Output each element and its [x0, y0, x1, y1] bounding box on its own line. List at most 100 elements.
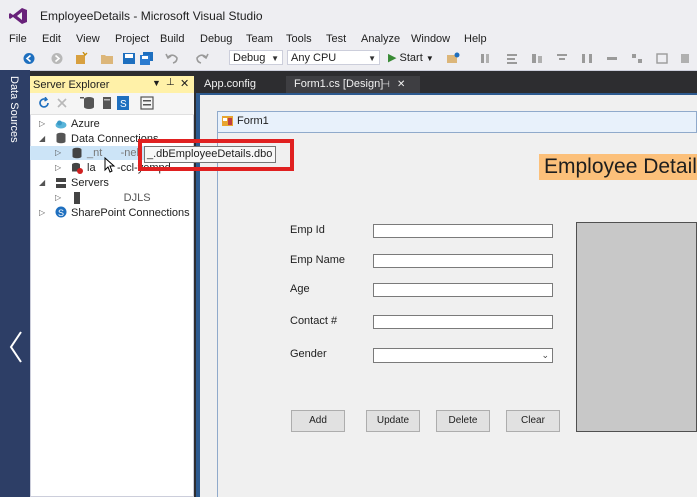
chevron-left-icon[interactable]: [8, 330, 24, 364]
close-icon[interactable]: ✕: [397, 76, 405, 93]
emp-name-input[interactable]: [373, 254, 553, 268]
server-explorer-title: Server Explorer: [33, 79, 110, 91]
age-input[interactable]: [373, 283, 553, 297]
start-button[interactable]: ▶ Start ▼: [388, 50, 434, 66]
sharepoint-connect-icon[interactable]: S: [117, 96, 129, 110]
expand-arrow-icon[interactable]: ▷: [55, 163, 61, 172]
delete-button[interactable]: Delete: [436, 410, 490, 432]
toolbar-icon[interactable]: [580, 52, 594, 65]
standard-toolbar: Debug ▼ Any CPU ▼ ▶ Start ▼: [0, 47, 697, 71]
tab-app-config[interactable]: App.config: [196, 76, 290, 93]
chevron-down-icon: ▼: [368, 54, 376, 63]
data-sources-tab[interactable]: Data Sources: [6, 76, 20, 143]
menu-window[interactable]: Window: [411, 32, 450, 46]
tab-form1-design[interactable]: Form1.cs [Design] ⊣ ✕: [286, 76, 420, 93]
emp-id-input[interactable]: [373, 224, 553, 238]
refresh-icon[interactable]: [38, 97, 50, 109]
configuration-select[interactable]: Debug ▼: [229, 50, 283, 65]
servers-icon: [56, 178, 66, 188]
chevron-down-icon: ▼: [271, 54, 279, 63]
server-explorer-toolbar: S: [30, 93, 194, 115]
toolbar-icon[interactable]: [655, 52, 669, 65]
menu-analyze[interactable]: Analyze: [361, 32, 400, 46]
toolbar-icon[interactable]: [530, 52, 544, 65]
start-label: Start: [399, 52, 423, 64]
menu-bar: File Edit View Project Build Debug Team …: [0, 32, 697, 47]
toolbar-icon[interactable]: [630, 52, 644, 65]
undo-icon[interactable]: [165, 52, 179, 65]
tree-item-server[interactable]: DJLS: [87, 191, 151, 205]
platform-value: Any CPU: [291, 52, 337, 64]
menu-file[interactable]: File: [9, 32, 27, 46]
contact-input[interactable]: [373, 315, 553, 329]
gender-select[interactable]: ⌄: [373, 348, 553, 363]
save-icon[interactable]: [122, 52, 136, 65]
menu-debug[interactable]: Debug: [200, 32, 232, 46]
expand-arrow-icon[interactable]: ▷: [55, 148, 61, 157]
azure-cloud-icon: [55, 120, 67, 129]
form-title: Form1: [237, 115, 269, 127]
menu-team[interactable]: Team: [246, 32, 273, 46]
emp-name-label: Emp Name: [290, 254, 346, 266]
toolbar-icon[interactable]: [555, 52, 569, 65]
connect-database-icon[interactable]: [80, 96, 96, 110]
form-header-label: Employee Details: [539, 154, 697, 180]
toolbar-icon[interactable]: [505, 52, 519, 65]
pin-icon[interactable]: ⊣: [382, 76, 390, 93]
database-icon: [72, 147, 82, 159]
chevron-down-icon: ▼: [425, 54, 434, 63]
redo-icon[interactable]: [195, 52, 209, 65]
highlight-box: [138, 139, 294, 171]
pin-icon[interactable]: ⊥: [166, 77, 175, 88]
form-title-bar[interactable]: [217, 111, 697, 133]
mouse-cursor-icon: [104, 157, 116, 173]
add-button[interactable]: Add: [291, 410, 345, 432]
browser-link-icon[interactable]: [446, 52, 460, 65]
close-icon[interactable]: ✕: [180, 77, 189, 90]
svg-text:S: S: [58, 208, 64, 218]
new-project-icon[interactable]: [74, 52, 88, 65]
svg-text:S: S: [120, 99, 127, 110]
contact-label: Contact #: [290, 315, 338, 327]
forward-icon[interactable]: [50, 52, 64, 65]
expand-arrow-icon[interactable]: ▷: [39, 208, 45, 217]
toolbar-icon[interactable]: [678, 52, 692, 65]
menu-test[interactable]: Test: [326, 32, 346, 46]
expand-arrow-icon[interactable]: ▷: [39, 119, 45, 128]
visual-studio-logo-icon: [9, 8, 27, 24]
menu-build[interactable]: Build: [160, 32, 184, 46]
menu-edit[interactable]: Edit: [42, 32, 61, 46]
collapse-arrow-icon[interactable]: ◢: [39, 134, 45, 143]
tab-label: Form1.cs [Design]: [294, 78, 384, 90]
window-title: EmployeeDetails - Microsoft Visual Studi…: [40, 9, 263, 23]
expand-arrow-icon[interactable]: ▷: [55, 193, 61, 202]
dropdown-icon[interactable]: ▼: [152, 78, 161, 88]
tree-item-azure[interactable]: Azure: [71, 117, 100, 131]
data-connections-icon: [56, 132, 66, 144]
database-error-icon: [72, 162, 83, 174]
menu-help[interactable]: Help: [464, 32, 487, 46]
form-icon: [222, 116, 233, 126]
server-icon: [74, 192, 80, 204]
sharepoint-icon: S: [55, 206, 67, 218]
save-all-icon[interactable]: [140, 52, 154, 65]
menu-project[interactable]: Project: [115, 32, 149, 46]
age-label: Age: [290, 283, 310, 295]
collapse-arrow-icon[interactable]: ◢: [39, 178, 45, 187]
open-folder-icon[interactable]: [100, 52, 114, 65]
clear-button[interactable]: Clear: [506, 410, 560, 432]
tree-item-sharepoint[interactable]: SharePoint Connections: [71, 206, 190, 220]
toolbar-icon[interactable]: [605, 52, 619, 65]
update-button[interactable]: Update: [366, 410, 420, 432]
toolbar-icon[interactable]: [480, 52, 494, 65]
properties-icon[interactable]: [140, 96, 154, 110]
chevron-down-icon: ⌄: [541, 350, 549, 360]
menu-tools[interactable]: Tools: [286, 32, 312, 46]
stop-icon[interactable]: [56, 97, 68, 109]
platform-select[interactable]: Any CPU ▼: [287, 50, 380, 65]
tree-item-servers[interactable]: Servers: [71, 176, 109, 190]
menu-view[interactable]: View: [76, 32, 100, 46]
connect-server-icon[interactable]: [100, 96, 114, 110]
photo-picture-box[interactable]: [576, 222, 697, 432]
back-icon[interactable]: [22, 52, 36, 65]
